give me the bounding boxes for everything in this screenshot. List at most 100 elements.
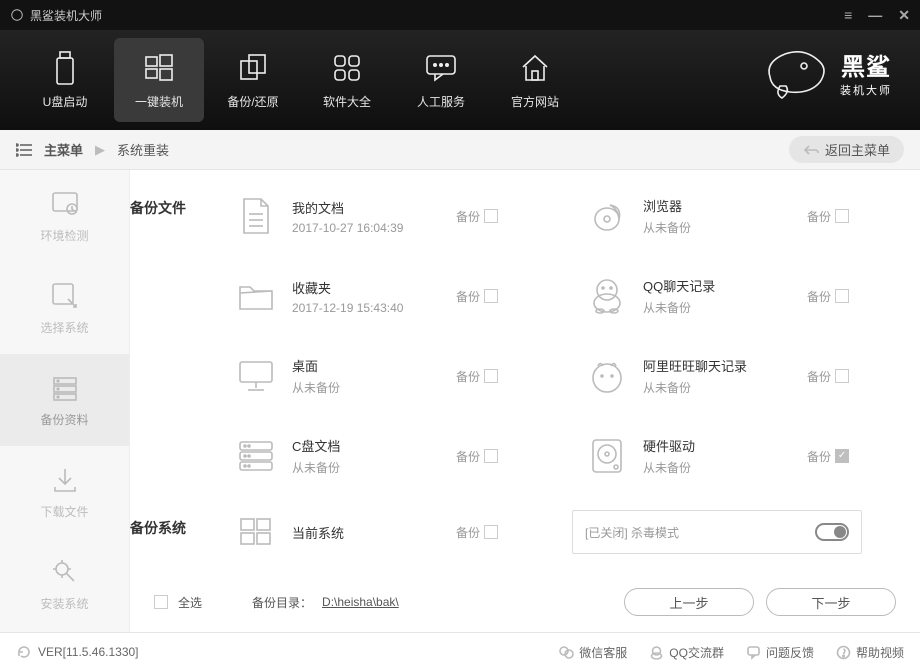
backup-label: 备份 [456, 208, 480, 225]
item-desktop: 桌面从未备份 备份 [234, 348, 545, 404]
logo-line2: 装机大师 [840, 82, 892, 98]
step-download[interactable]: 下载文件 [0, 446, 129, 538]
windows-icon [142, 51, 176, 85]
item-sub: 2017-12-19 15:43:40 [292, 301, 442, 315]
backup-checkbox[interactable] [835, 289, 849, 303]
copy-icon [236, 51, 270, 85]
item-sub: 从未备份 [643, 459, 793, 476]
install-icon [50, 557, 80, 587]
backup-label: 备份 [456, 448, 480, 465]
step-label: 选择系统 [40, 319, 88, 336]
status-qq-group[interactable]: QQ交流群 [649, 644, 724, 661]
titlebar: 黑鲨装机大师 ≡ — ✕ [0, 0, 920, 30]
backup-label: 备份 [807, 288, 831, 305]
nav-label: 人工服务 [417, 93, 465, 110]
breadcrumb-bar: 主菜单 ▶ 系统重装 返回主菜单 [0, 130, 920, 170]
status-wechat-support[interactable]: 微信客服 [559, 644, 627, 661]
select-all-label: 全选 [178, 594, 202, 611]
version-text: VER[11.5.46.1330] [38, 645, 139, 659]
nav-software[interactable]: 软件大全 [302, 38, 392, 122]
backup-dir-label: 备份目录： [252, 594, 312, 611]
backup-dir-value[interactable]: D:\heisha\bak\ [322, 595, 399, 609]
step-env-check[interactable]: 环境检测 [0, 170, 129, 262]
next-button[interactable]: 下一步 [766, 588, 896, 616]
section-backup-files: 备份文件 [130, 198, 186, 218]
minimize-icon[interactable]: — [868, 8, 882, 22]
step-sidebar: 环境检测 选择系统 备份资料 下载文件 安装系统 [0, 170, 130, 632]
window-title: 黑鲨装机大师 [30, 7, 102, 24]
select-system-icon [50, 281, 80, 311]
backup-checkbox[interactable] [835, 369, 849, 383]
usb-icon [48, 51, 82, 85]
antivirus-status: [已关闭] [585, 526, 628, 540]
item-sub: 从未备份 [643, 379, 793, 396]
item-title: 当前系统 [292, 523, 442, 542]
backup-checkbox[interactable] [484, 209, 498, 223]
item-c-drive-docs: C盘文档从未备份 备份 [234, 428, 545, 484]
chevron-right-icon: ▶ [95, 142, 105, 158]
backup-checkbox[interactable] [835, 449, 849, 463]
item-qq-chat: QQ聊天记录从未备份 备份 [585, 268, 896, 324]
status-bar: VER[11.5.46.1330] 微信客服 QQ交流群 问题反馈 帮助视频 [0, 632, 920, 671]
backup-label: 备份 [807, 448, 831, 465]
backup-checkbox[interactable] [835, 209, 849, 223]
backup-data-icon [50, 373, 80, 403]
menu-icon[interactable]: ≡ [844, 8, 852, 22]
item-sub: 从未备份 [643, 299, 793, 316]
grid-icon [330, 51, 364, 85]
item-sub: 从未备份 [292, 459, 442, 476]
item-title: 阿里旺旺聊天记录 [643, 356, 793, 375]
nav-usb-boot[interactable]: U盘启动 [20, 38, 110, 122]
server-icon [234, 439, 278, 473]
hdd-icon [585, 437, 629, 475]
step-label: 安装系统 [40, 595, 88, 612]
bottom-controls: 全选 备份目录： D:\heisha\bak\ 上一步 下一步 [154, 588, 896, 616]
item-sub: 从未备份 [643, 219, 793, 236]
back-to-main-button[interactable]: 返回主菜单 [789, 136, 904, 163]
step-select-system[interactable]: 选择系统 [0, 262, 129, 354]
nav-label: 备份/还原 [227, 93, 278, 110]
step-backup-data[interactable]: 备份资料 [0, 354, 129, 446]
nav-backup-restore[interactable]: 备份/还原 [208, 38, 298, 122]
step-install[interactable]: 安装系统 [0, 538, 129, 630]
item-sub: 从未备份 [292, 379, 442, 396]
logo-line1: 黑鲨 [841, 47, 891, 82]
backup-label: 备份 [807, 208, 831, 225]
status-help-video[interactable]: 帮助视频 [836, 644, 904, 661]
main-area: 环境检测 选择系统 备份资料 下载文件 安装系统 备份文件 我的文档2017-1… [0, 170, 920, 632]
brand-logo: 黑鲨 装机大师 [760, 42, 892, 102]
select-all-checkbox[interactable] [154, 595, 168, 609]
backup-checkbox[interactable] [484, 449, 498, 463]
prev-button[interactable]: 上一步 [624, 588, 754, 616]
desktop-icon [234, 358, 278, 394]
backup-checkbox[interactable] [484, 525, 498, 539]
content-panel: 备份文件 我的文档2017-10-27 16:04:39 备份 浏览器从未备份 … [130, 170, 920, 632]
backup-label: 备份 [456, 288, 480, 305]
refresh-icon[interactable] [16, 644, 32, 660]
step-label: 下载文件 [40, 503, 88, 520]
nav-label: U盘启动 [43, 93, 88, 110]
item-title: QQ聊天记录 [643, 276, 793, 295]
backup-checkbox[interactable] [484, 289, 498, 303]
breadcrumb-root[interactable]: 主菜单 [44, 140, 83, 159]
nav-website[interactable]: 官方网站 [490, 38, 580, 122]
status-feedback[interactable]: 问题反馈 [746, 644, 814, 661]
backup-label: 备份 [456, 524, 480, 541]
status-label: 帮助视频 [856, 644, 904, 661]
nav-support[interactable]: 人工服务 [396, 38, 486, 122]
download-icon [50, 465, 80, 495]
section-backup-system: 备份系统 [130, 518, 186, 538]
chat-icon [424, 51, 458, 85]
item-browser: 浏览器从未备份 备份 [585, 188, 896, 244]
close-icon[interactable]: ✕ [898, 8, 910, 22]
env-check-icon [50, 189, 80, 219]
item-sub: 2017-10-27 16:04:39 [292, 221, 442, 235]
nav-one-click-install[interactable]: 一键装机 [114, 38, 204, 122]
folder-icon [234, 279, 278, 313]
antivirus-toggle[interactable] [815, 523, 849, 541]
backup-checkbox[interactable] [484, 369, 498, 383]
nav-label: 官方网站 [511, 93, 559, 110]
home-icon [518, 51, 552, 85]
backup-label: 备份 [456, 368, 480, 385]
item-title: C盘文档 [292, 436, 442, 455]
